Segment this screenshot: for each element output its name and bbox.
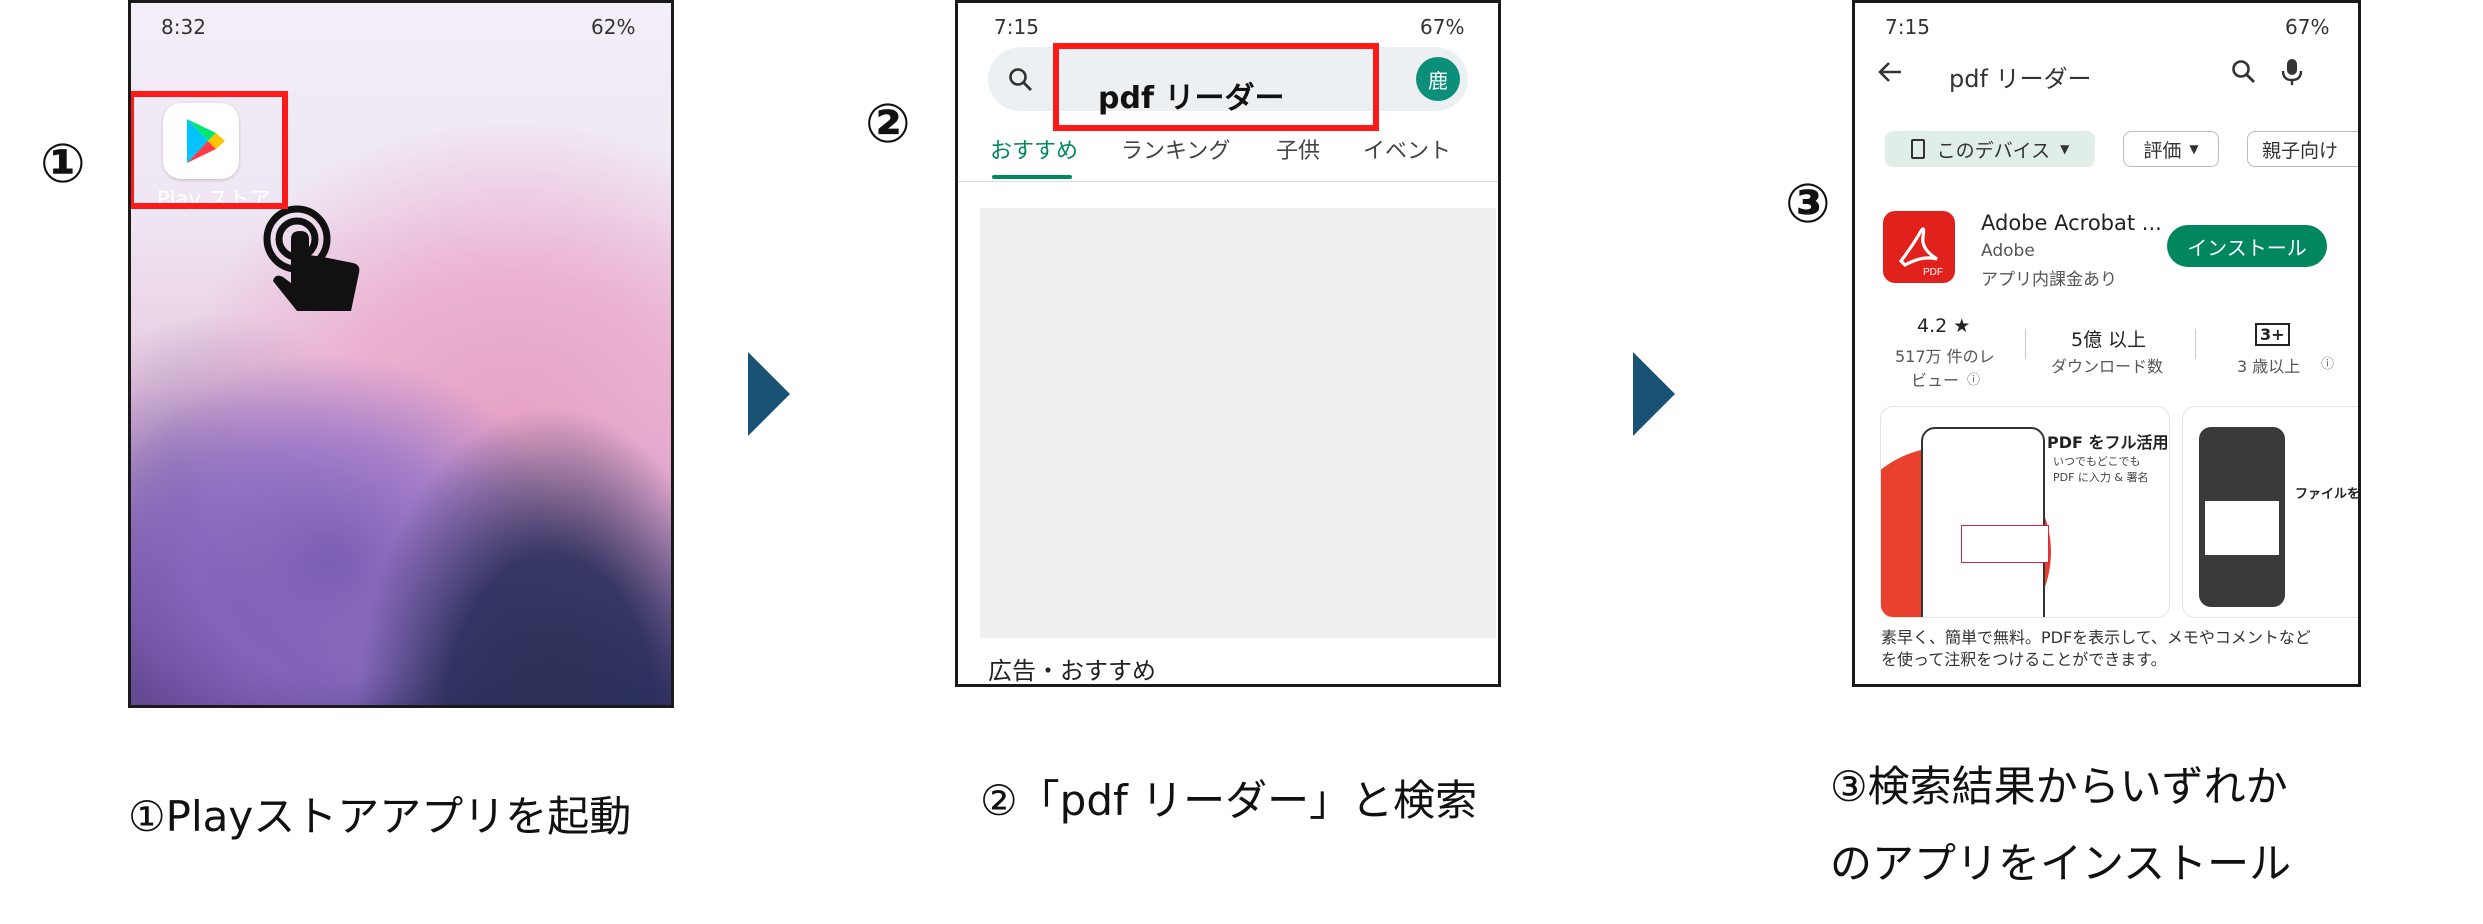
tab-kids[interactable]: 子供 <box>1276 133 1320 165</box>
tab-divider <box>958 181 1498 182</box>
filter-chip-label: 評価 <box>2143 139 2182 162</box>
download-count: 5億 以上 <box>2071 329 2147 351</box>
tab-ranking[interactable]: ランキング <box>1121 133 1230 165</box>
app-screenshot-1[interactable]: PDF をフル活用 いつでもどこでも PDF に入力 & 署名 <box>1881 407 2169 617</box>
status-time: 7:15 <box>994 15 1039 39</box>
app-screenshot-2[interactable]: ファイルを <box>2183 407 2361 617</box>
app-description: 素早く、簡単で無料。PDFを表示して、メモやコメントなどを使って注釈をつけること… <box>1881 628 2311 669</box>
stat-divider <box>2195 329 2196 359</box>
step-1-caption: ①Playストアアプリを起動 <box>128 792 632 841</box>
review-count: 517万 件のレ <box>1895 347 1995 366</box>
tap-gesture-icon <box>263 205 360 311</box>
highlight-play-store <box>131 91 288 209</box>
info-icon[interactable]: ⓘ <box>1967 369 1980 388</box>
app-iap-note: アプリ内課金あり <box>1981 270 2117 290</box>
avatar-initial: 鹿 <box>1428 68 1448 93</box>
section-label: 広告・おすすめ <box>988 657 1156 685</box>
search-query[interactable]: pdf リーダー <box>1949 59 2092 94</box>
adobe-acrobat-icon[interactable]: PDF <box>1883 211 1955 283</box>
filter-chip-label: このデバイス <box>1936 139 2051 162</box>
review-count-suffix: ビュー <box>1911 371 1960 390</box>
svg-text:PDF: PDF <box>1923 267 1943 278</box>
install-button[interactable]: インストール <box>2167 225 2327 267</box>
phone-screen-1: 8:32 62% Play ストア <box>128 0 674 708</box>
app-name[interactable]: Adobe Acrobat ... <box>1981 211 2162 235</box>
phone-screen-2: 7:15 67% 鹿 pdf リーダー おすすめ ランキング 子供 イベント 広… <box>955 0 1501 687</box>
promo-phone-mock <box>1921 427 2045 617</box>
rating-value: 4.2 ★ <box>1917 315 1971 337</box>
promo-signature-box <box>1961 525 2049 563</box>
promo-title: PDF をフル活用 <box>2047 433 2169 452</box>
filter-chip-rating[interactable]: 評価 ▼ <box>2123 131 2219 167</box>
status-battery: 67% <box>1420 15 1465 39</box>
app-developer: Adobe <box>1981 241 2035 261</box>
phone-icon <box>1910 139 1925 159</box>
account-avatar[interactable]: 鹿 <box>1416 57 1460 101</box>
next-arrow-icon <box>1633 352 1675 436</box>
promo-dialog <box>2205 501 2279 555</box>
step-3-caption-line-1: ③検索結果からいずれか <box>1830 762 2288 811</box>
download-label: ダウンロード数 <box>2051 357 2164 376</box>
status-battery: 67% <box>2285 15 2330 39</box>
tab-recommended[interactable]: おすすめ <box>990 133 1078 165</box>
search-icon <box>1009 68 1032 91</box>
step-1-number: ① <box>40 132 86 195</box>
dropdown-icon: ▼ <box>2060 142 2070 156</box>
promo-subtitle-1: いつでもどこでも <box>2053 455 2141 468</box>
tab-active-indicator <box>992 175 1072 179</box>
step-3-caption-line-2: のアプリをインストール <box>1830 839 2292 888</box>
status-battery: 62% <box>591 15 636 39</box>
back-arrow-icon[interactable] <box>1877 59 1903 85</box>
promo-subtitle-2: PDF に入力 & 署名 <box>2053 471 2149 484</box>
tab-events[interactable]: イベント <box>1363 133 1451 165</box>
highlight-search-box <box>1053 43 1379 131</box>
pdf-icon: PDF <box>1898 227 1943 278</box>
dropdown-icon: ▼ <box>2189 142 2199 156</box>
status-time: 8:32 <box>161 15 206 39</box>
status-time: 7:15 <box>1885 15 1930 39</box>
filter-chip-device[interactable]: このデバイス ▼ <box>1885 131 2095 167</box>
next-arrow-icon <box>748 352 790 436</box>
phone-screen-3: 7:15 67% pdf リーダー このデバイス ▼ 評価 ▼ 親子向け PDF… <box>1852 0 2361 687</box>
filter-chip-family[interactable]: 親子向け <box>2247 131 2358 167</box>
step-2-caption: ②「pdf リーダー」と検索 <box>980 776 1478 825</box>
step-2-number: ② <box>865 92 911 155</box>
age-rating-badge: 3+ <box>2255 323 2290 346</box>
promo2-title: ファイルを <box>2295 487 2361 502</box>
microphone-icon[interactable] <box>2281 57 2303 87</box>
age-rating-label: 3 歳以上 <box>2237 357 2301 376</box>
search-icon[interactable] <box>2231 59 2257 85</box>
filter-chip-label: 親子向け <box>2262 139 2339 162</box>
stat-divider <box>2025 329 2026 359</box>
step-3-number: ③ <box>1785 172 1831 235</box>
install-label: インストール <box>2187 235 2307 260</box>
info-icon[interactable]: ⓘ <box>2321 353 2334 372</box>
ad-banner-placeholder[interactable] <box>980 208 1496 638</box>
